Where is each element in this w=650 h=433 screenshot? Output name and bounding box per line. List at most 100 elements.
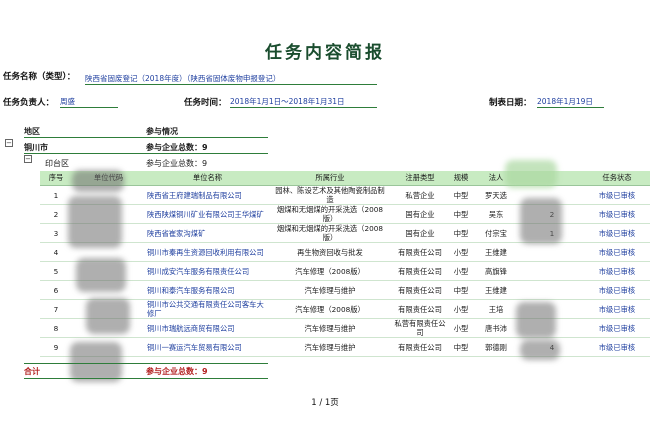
- table-row: 7 铜川市公共交通有限责任公司客车大修厂 汽车修理（2008版） 有限责任公司 …: [40, 299, 650, 319]
- district-name: 印台区: [45, 159, 69, 168]
- cell-person: 罗天选: [472, 185, 520, 205]
- cell-status: 市级已审核: [584, 204, 650, 224]
- cell-name[interactable]: 陕西省崔家沟煤矿: [145, 223, 270, 243]
- cell-industry: 再生物资回收与批发: [270, 242, 390, 262]
- cell-industry: 汽车修理与维护: [270, 318, 390, 338]
- cell-extra: [520, 242, 584, 262]
- col-status: 任务状态: [584, 171, 650, 186]
- cell-no: 6: [40, 280, 72, 300]
- cell-status: 市级已审核: [584, 223, 650, 243]
- cell-reg: 国有企业: [390, 204, 450, 224]
- cell-size: 小型: [450, 261, 472, 281]
- cell-no: 7: [40, 299, 72, 319]
- cell-reg: 有限责任公司: [390, 242, 450, 262]
- cell-reg: 国有企业: [390, 223, 450, 243]
- table-row: 4 铜川市秦再生资源回收利用有限公司 再生物资回收与批发 有限责任公司 小型 王…: [40, 242, 650, 262]
- cell-size: 小型: [450, 299, 472, 319]
- cell-name[interactable]: 陕西省王府建瑞制品有限公司: [145, 185, 270, 205]
- redaction-mark: [505, 160, 557, 188]
- cell-status: 市级已审核: [584, 242, 650, 262]
- cell-person: 王培: [472, 299, 520, 319]
- district-total: 参与企业总数：9: [146, 159, 208, 168]
- cell-no: 9: [40, 337, 72, 357]
- owner-value: 周盛: [60, 97, 118, 108]
- cell-extra: [520, 280, 584, 300]
- participation-header: 参与情况: [146, 127, 178, 136]
- cell-name[interactable]: 铜川一赛运汽车贸易有限公司: [145, 337, 270, 357]
- cell-reg: 私营有限责任公司: [390, 318, 450, 338]
- city-total: 参与企业总数：9: [146, 143, 208, 152]
- cell-industry: 汽车修理与维护: [270, 280, 390, 300]
- col-name: 单位名称: [145, 171, 270, 186]
- col-no: 序号: [40, 171, 72, 186]
- cell-size: 小型: [450, 318, 472, 338]
- redaction-mark: [520, 340, 560, 360]
- cell-status: 市级已审核: [584, 185, 650, 205]
- cell-size: 中型: [450, 223, 472, 243]
- cell-industry: 园林、陈设艺术及其他陶瓷制品制造: [270, 185, 390, 205]
- report-title: 任务内容简报: [265, 43, 385, 63]
- redaction-mark: [70, 342, 122, 382]
- cell-person: 王维建: [472, 280, 520, 300]
- total-divider-bottom: [24, 378, 268, 379]
- page-indicator: 1 / 1页: [311, 398, 339, 408]
- cell-reg: 有限责任公司: [390, 299, 450, 319]
- cell-industry: 烟煤和无烟煤的开采洗选（2008版）: [270, 223, 390, 243]
- redaction-mark: [86, 298, 130, 334]
- collapse-district-toggle[interactable]: −: [24, 155, 32, 163]
- total-label: 合计: [24, 367, 40, 376]
- cell-person: 王维建: [472, 242, 520, 262]
- cell-extra: [520, 261, 584, 281]
- task-name-label: 任务名称（类型）：: [3, 72, 76, 82]
- cell-person: 唐书沛: [472, 318, 520, 338]
- cell-industry: 汽车修理与维护: [270, 337, 390, 357]
- redaction-mark: [516, 302, 556, 338]
- cell-no: 8: [40, 318, 72, 338]
- total-value: 参与企业总数：9: [146, 367, 208, 376]
- cell-size: 中型: [450, 204, 472, 224]
- collapse-city-toggle[interactable]: −: [5, 139, 13, 147]
- cell-name[interactable]: 铜川和泰汽车服务有限公司: [145, 280, 270, 300]
- cell-name[interactable]: 铜川市秦再生资源回收利用有限公司: [145, 242, 270, 262]
- created-label: 制表日期：: [489, 98, 532, 108]
- redaction-mark: [76, 258, 126, 292]
- cell-person: 付宗宝: [472, 223, 520, 243]
- created-value: 2018年1月19日: [537, 97, 604, 108]
- cell-reg: 有限责任公司: [390, 337, 450, 357]
- city-divider: [24, 153, 268, 154]
- table-row: 8 铜川市瑞航远商贸有限公司 汽车修理与维护 私营有限责任公司 小型 唐书沛 市…: [40, 318, 650, 338]
- cell-person: 高旗锋: [472, 261, 520, 281]
- redaction-mark: [68, 196, 122, 248]
- cell-person: 吴东: [472, 204, 520, 224]
- cell-no: 4: [40, 242, 72, 262]
- owner-label: 任务负责人：: [3, 98, 55, 108]
- col-industry: 所属行业: [270, 171, 390, 186]
- cell-industry: 汽车修理（2008版）: [270, 299, 390, 319]
- cell-size: 小型: [450, 242, 472, 262]
- cell-name[interactable]: 陕西陕煤铜川矿业有限公司王华煤矿: [145, 204, 270, 224]
- cell-size: 中型: [450, 185, 472, 205]
- cell-no: 5: [40, 261, 72, 281]
- cell-status: 市级已审核: [584, 280, 650, 300]
- cell-name[interactable]: 铜川成安汽车服务有限责任公司: [145, 261, 270, 281]
- cell-status: 市级已审核: [584, 318, 650, 338]
- cell-status: 市级已审核: [584, 299, 650, 319]
- cell-reg: 有限责任公司: [390, 280, 450, 300]
- col-size: 规模: [450, 171, 472, 186]
- cell-name[interactable]: 铜川市公共交通有限责任公司客车大修厂: [145, 299, 270, 319]
- header-divider: [24, 137, 268, 138]
- total-divider-top: [24, 363, 268, 364]
- redaction-mark: [72, 170, 124, 192]
- table-row: 6 铜川和泰汽车服务有限公司 汽车修理与维护 有限责任公司 中型 王维建 市级已…: [40, 280, 650, 300]
- cell-person: 郭德刚: [472, 337, 520, 357]
- cell-status: 市级已审核: [584, 261, 650, 281]
- task-name-value: 陕西省固废登记（2018年度）（陕西省固体废物申报登记）: [85, 74, 377, 85]
- cell-industry: 汽车修理（2008版）: [270, 261, 390, 281]
- cell-industry: 烟煤和无烟煤的开采洗选（2008版）: [270, 204, 390, 224]
- table-header-row: 序号 单位代码 单位名称 所属行业 注册类型 规模 法人 任务状态: [40, 171, 650, 186]
- cell-name[interactable]: 铜川市瑞航远商贸有限公司: [145, 318, 270, 338]
- cell-reg: 有限责任公司: [390, 261, 450, 281]
- redaction-mark: [520, 198, 562, 244]
- col-reg: 注册类型: [390, 171, 450, 186]
- cell-size: 中型: [450, 337, 472, 357]
